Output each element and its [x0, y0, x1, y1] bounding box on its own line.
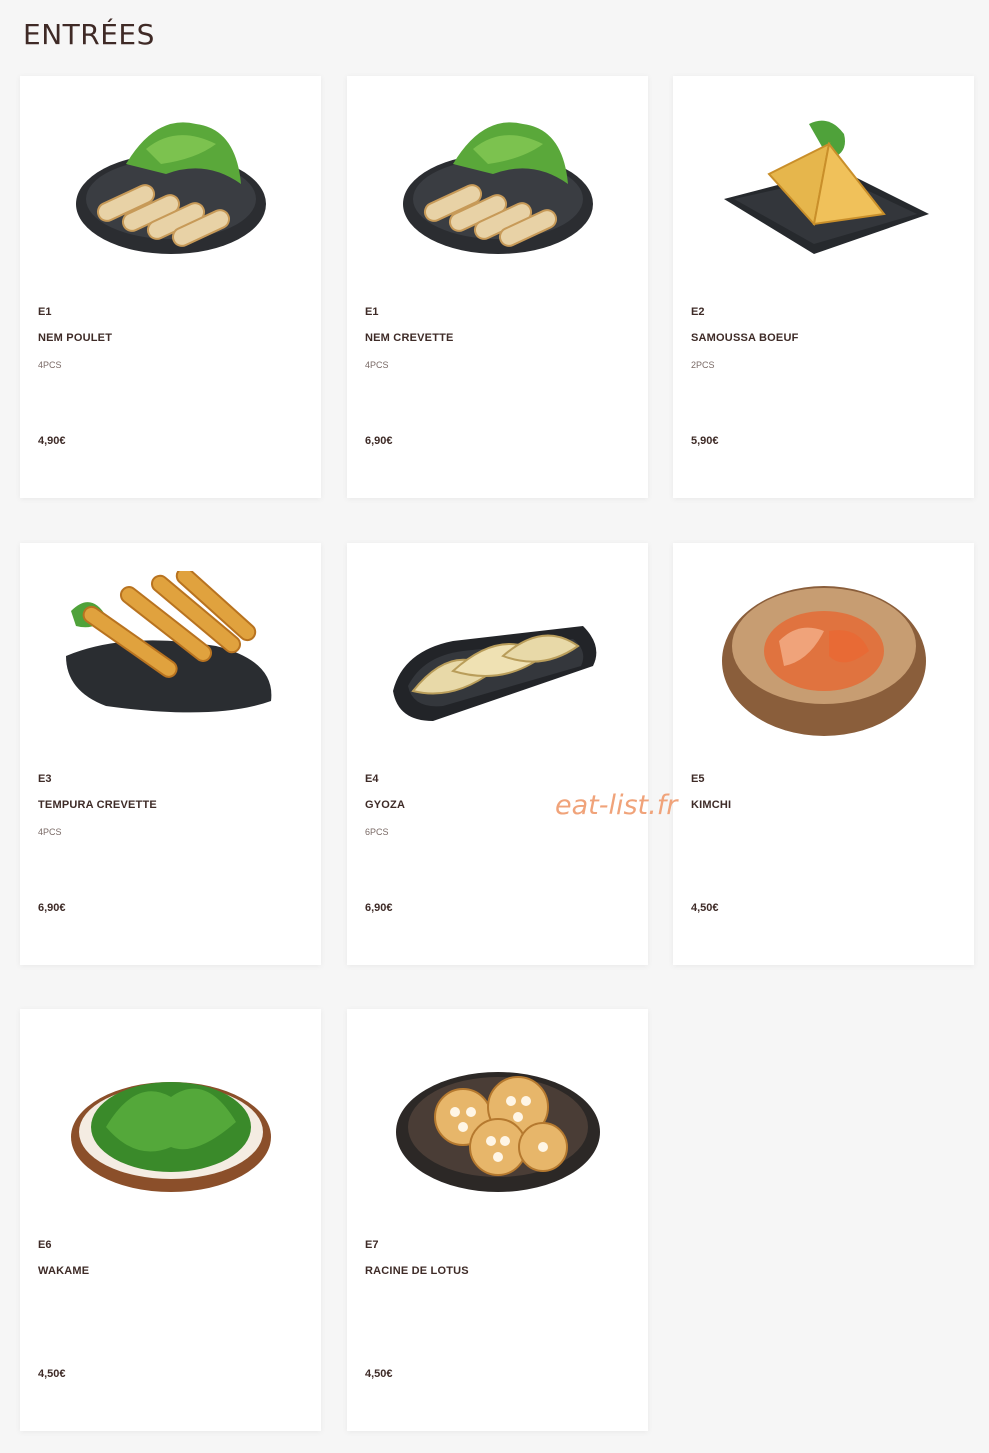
- item-quantity: 6PCS: [365, 827, 389, 837]
- item-price: 4,50€: [365, 1368, 393, 1380]
- item-code: E2: [691, 306, 705, 318]
- tempura-image: [66, 571, 276, 741]
- item-quantity: 2PCS: [691, 360, 715, 370]
- gyoza-image: [393, 571, 603, 741]
- lotus-root-image: [393, 1037, 603, 1207]
- item-price: 4,50€: [38, 1368, 66, 1380]
- spring-rolls-image: [393, 104, 603, 274]
- menu-card[interactable]: E4 GYOZA 6PCS 6,90€: [347, 543, 648, 965]
- spring-rolls-image: [66, 104, 276, 274]
- item-name: WAKAME: [38, 1265, 90, 1277]
- item-price: 4,50€: [691, 902, 719, 914]
- item-code: E4: [365, 773, 379, 785]
- item-code: E1: [365, 306, 379, 318]
- page-title: ENTRÉES: [23, 18, 155, 51]
- menu-card[interactable]: E1 NEM CREVETTE 4PCS 6,90€: [347, 76, 648, 498]
- wakame-image: [66, 1037, 276, 1207]
- item-code: E3: [38, 773, 52, 785]
- item-code: E1: [38, 306, 52, 318]
- item-price: 4,90€: [38, 435, 66, 447]
- menu-card[interactable]: E5 KIMCHI 4,50€: [673, 543, 974, 965]
- item-code: E5: [691, 773, 705, 785]
- samosa-image: [719, 104, 929, 274]
- menu-card[interactable]: E7 RACINE DE LOTUS 4,50€: [347, 1009, 648, 1431]
- item-name: KIMCHI: [691, 799, 732, 811]
- site-watermark: eat-list.fr: [555, 790, 678, 821]
- item-name: NEM CREVETTE: [365, 332, 454, 344]
- menu-card[interactable]: E2 SAMOUSSA BOEUF 2PCS 5,90€: [673, 76, 974, 498]
- item-name: SAMOUSSA BOEUF: [691, 332, 799, 344]
- item-name: NEM POULET: [38, 332, 113, 344]
- item-quantity: 4PCS: [365, 360, 389, 370]
- item-name: RACINE DE LOTUS: [365, 1265, 469, 1277]
- kimchi-image: [719, 571, 929, 741]
- menu-card[interactable]: E1 NEM POULET 4PCS 4,90€: [20, 76, 321, 498]
- item-name: TEMPURA CREVETTE: [38, 799, 157, 811]
- menu-card[interactable]: E6 WAKAME 4,50€: [20, 1009, 321, 1431]
- item-price: 5,90€: [691, 435, 719, 447]
- menu-card[interactable]: E3 TEMPURA CREVETTE 4PCS 6,90€: [20, 543, 321, 965]
- item-price: 6,90€: [365, 902, 393, 914]
- item-code: E7: [365, 1239, 379, 1251]
- item-quantity: 4PCS: [38, 827, 62, 837]
- item-quantity: 4PCS: [38, 360, 62, 370]
- item-price: 6,90€: [365, 435, 393, 447]
- item-name: GYOZA: [365, 799, 406, 811]
- item-price: 6,90€: [38, 902, 66, 914]
- item-code: E6: [38, 1239, 52, 1251]
